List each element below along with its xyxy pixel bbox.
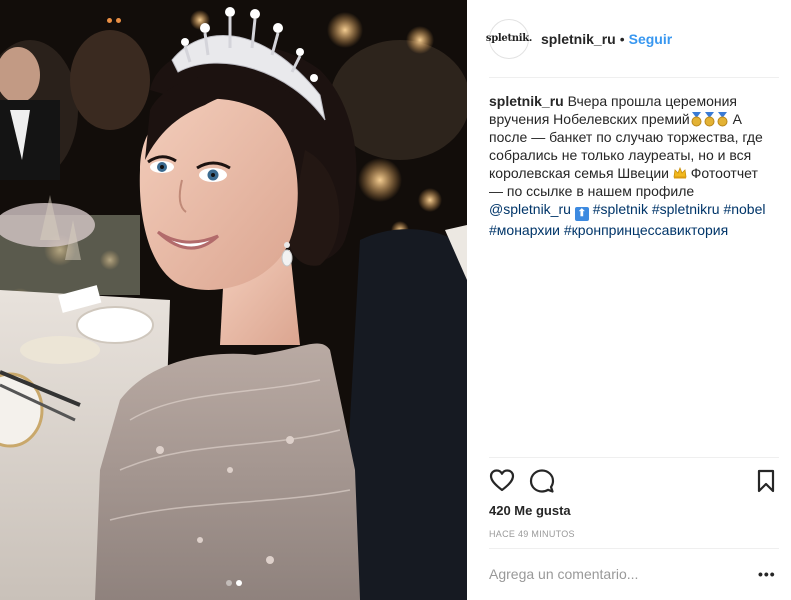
divider <box>489 457 779 458</box>
comment-input[interactable] <box>489 566 744 582</box>
hashtag-link[interactable]: #кронпринцессавиктория <box>564 222 728 238</box>
bookmark-icon <box>757 469 775 493</box>
medal-icon <box>716 112 729 127</box>
save-button[interactable] <box>753 468 779 494</box>
post-photo[interactable] <box>0 0 467 600</box>
caption-username[interactable]: spletnik_ru <box>489 93 564 109</box>
header-username[interactable]: spletnik_ru <box>541 31 616 47</box>
photo-highlight-dots <box>107 18 121 23</box>
avatar[interactable]: spletnik. <box>485 18 533 59</box>
caption-mention[interactable]: @spletnik_ru <box>489 201 571 217</box>
post-header: spletnik. spletnik_ru • Seguir <box>485 18 779 78</box>
heart-icon <box>489 469 515 492</box>
hashtag-link[interactable]: #nobel <box>723 201 765 217</box>
post-side-panel: spletnik. spletnik_ru • Seguir spletnik_… <box>467 0 791 600</box>
carousel-indicator[interactable] <box>0 580 467 586</box>
hashtag-link[interactable]: #spletnik <box>593 201 648 217</box>
comment-icon <box>529 469 555 493</box>
like-button[interactable] <box>489 468 515 494</box>
header-separator: • <box>619 30 625 47</box>
action-bar <box>489 468 779 496</box>
medal-icon <box>690 112 703 127</box>
hashtag-link[interactable]: #spletnikru <box>652 201 720 217</box>
comment-button[interactable] <box>529 468 555 494</box>
crown-icon <box>673 165 687 179</box>
photo-illustration <box>0 0 467 600</box>
avatar-logo-text: spletnik. <box>485 33 533 44</box>
medal-icon <box>703 112 716 127</box>
follow-button[interactable]: Seguir <box>629 31 673 47</box>
post-caption: spletnik_ru Вчера прошла церемония вруче… <box>489 92 769 239</box>
carousel-dot-active[interactable] <box>235 580 242 586</box>
carousel-dot[interactable] <box>225 580 232 586</box>
hashtag-link[interactable]: #монархии <box>489 222 560 238</box>
more-icon[interactable]: ••• <box>758 567 776 581</box>
up-arrow-icon: ⬆ <box>574 207 589 221</box>
post-timestamp[interactable]: HACE 49 MINUTOS <box>489 529 575 539</box>
divider <box>489 548 779 549</box>
likes-count[interactable]: 420 Me gusta <box>489 503 571 518</box>
